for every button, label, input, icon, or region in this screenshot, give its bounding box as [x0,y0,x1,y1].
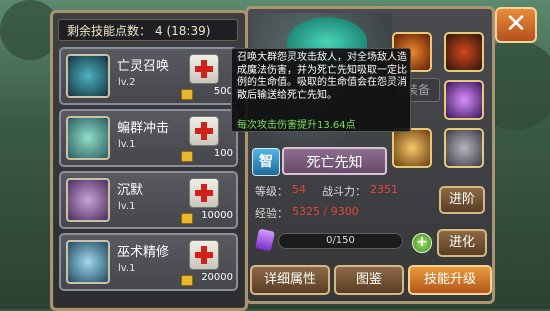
level-label: 等级： [255,185,288,198]
skill-upgrade-tab[interactable]: 技能升级 [408,265,492,295]
skill-row-witchcraft-mastery[interactable]: 巫术精修 lv.1 20000 [59,233,238,291]
skills-panel: 剩余技能点数： 4 (18:39) 亡灵召唤 lv.2 500 蝙群冲击 lv.1… [50,10,248,311]
power-value: 2351 [370,183,398,196]
gold-coin-icon [181,275,193,286]
codex-button[interactable]: 图鉴 [334,265,404,295]
skill-row-silence[interactable]: 沉默 lv.1 10000 [59,171,238,229]
details-button[interactable]: 详细属性 [250,265,330,295]
upgrade-skill-button[interactable] [189,240,219,270]
skill-cost: 10000 [201,210,233,221]
skill-level: lv.1 [118,139,136,150]
skill-cost: 100 [213,148,233,159]
summon-undead-icon [66,54,110,98]
upgrade-skill-button[interactable] [189,54,219,84]
skill-name: 沉默 [117,183,144,198]
exp-value: 5325 / 9300 [292,205,359,218]
equipment-slot-pet[interactable] [444,32,484,72]
intelligence-class-badge: 智 [252,148,280,176]
power-label: 战斗力： [322,185,366,198]
hero-name: 死亡先知 [282,147,387,175]
exp-label: 经验： [255,207,288,220]
equipment-slot-amulet[interactable] [392,128,432,168]
tooltip-bonus: 每次攻击伤害提升13.64点 [237,120,356,131]
upgrade-skill-button[interactable] [189,178,219,208]
skill-row-summon-undead[interactable]: 亡灵召唤 lv.2 500 [59,47,238,105]
equipment-slot-boots[interactable] [444,128,484,168]
skill-points-value: 4 (18:39) [155,24,211,38]
advance-button[interactable]: 进阶 [439,186,485,214]
add-soul-stone-button[interactable]: + [412,233,432,253]
level-value: 54 [292,183,306,196]
skill-name: 亡灵召唤 [117,59,170,74]
tooltip-description: 召唤大群怨灵攻击敌人，对全场敌人造成魔法伤害，并为死亡先知吸取一定比例的生命值。… [237,52,407,101]
skill-points-label: 剩余技能点数： [67,24,152,38]
skill-name: 蝙群冲击 [117,121,170,136]
skill-level: lv.1 [118,263,136,274]
skill-level: lv.2 [118,77,136,88]
skill-name: 巫术精修 [117,245,170,260]
gold-coin-icon [181,151,193,162]
bat-swarm-icon [66,116,110,160]
upgrade-skill-button[interactable] [189,116,219,146]
skill-row-bat-swarm[interactable]: 蝙群冲击 lv.1 100 [59,109,238,167]
witchcraft-icon [66,240,110,284]
gold-coin-icon [181,89,193,100]
evolve-button[interactable]: 进化 [437,229,487,257]
gold-coin-icon [181,213,193,224]
equipment-slot-orb[interactable] [444,80,484,120]
close-button[interactable]: ✕ [495,7,537,43]
skill-tooltip: 召唤大群怨灵攻击敌人，对全场敌人造成魔法伤害，并为死亡先知吸取一定比例的生命值。… [231,48,411,132]
progress-text: 0/150 [326,235,355,246]
skill-level: lv.1 [118,201,136,212]
skill-points-bar: 剩余技能点数： 4 (18:39) [58,19,238,41]
skill-cost: 500 [213,86,233,97]
skill-cost: 20000 [201,272,233,283]
silence-icon [66,178,110,222]
